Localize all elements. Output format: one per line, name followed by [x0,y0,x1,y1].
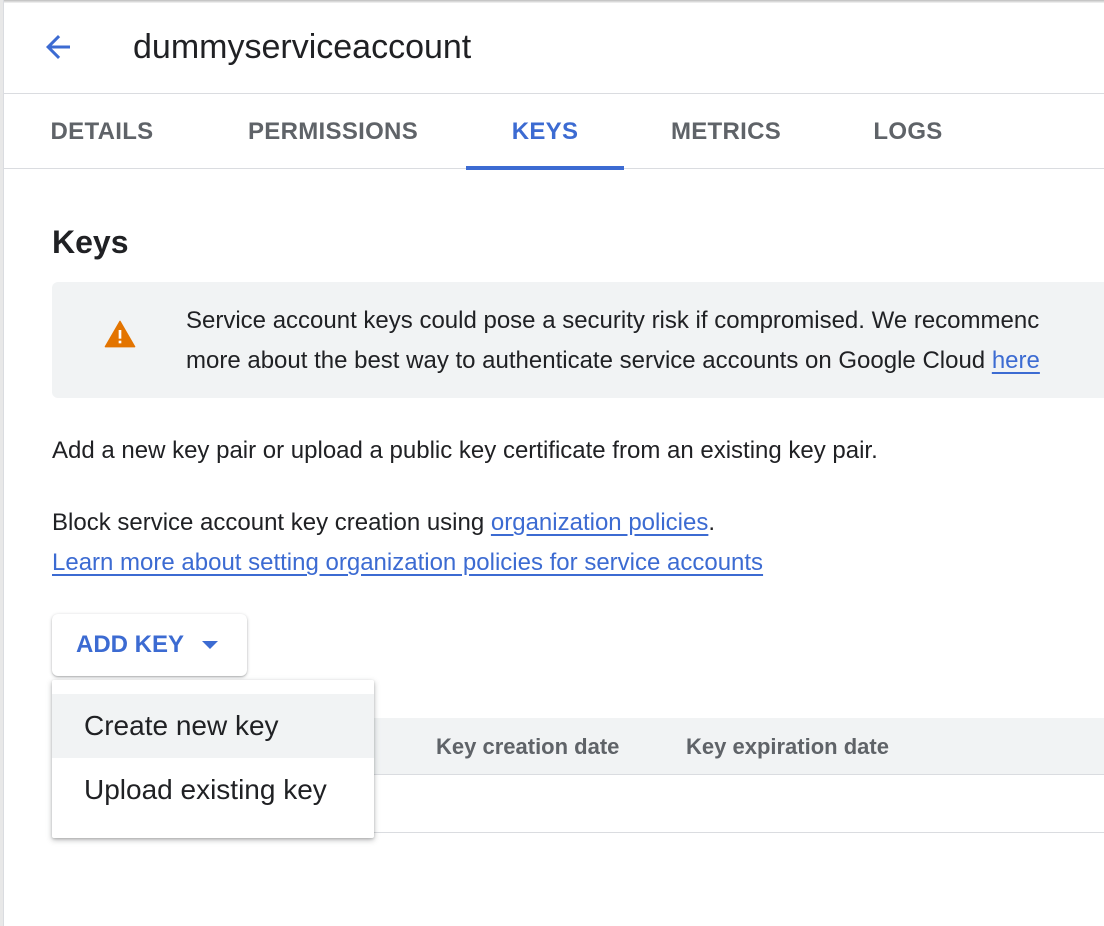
add-key-menu: Create new key Upload existing key [52,680,374,838]
warning-icon [104,320,136,348]
column-key-expiration-date[interactable]: Key expiration date [686,718,889,775]
block-policy-suffix: . [708,509,716,536]
page-header: dummyserviceaccount [4,0,1104,94]
tab-details[interactable]: DETAILS [34,95,170,169]
warning-banner: Service account keys could pose a securi… [52,282,1104,398]
page-title: dummyserviceaccount [133,28,472,66]
keys-description: Add a new key pair or upload a public ke… [52,437,878,464]
add-key-button[interactable]: ADD KEY [52,614,247,676]
tab-keys[interactable]: KEYS [466,95,624,170]
organization-policies-link[interactable]: organization policies [491,509,708,536]
tab-logs[interactable]: LOGS [860,95,956,169]
tab-bar: DETAILS PERMISSIONS KEYS METRICS LOGS [4,95,1104,170]
add-key-label: ADD KEY [76,631,185,658]
tab-permissions[interactable]: PERMISSIONS [230,95,436,169]
arrow-left-icon [46,35,70,59]
column-key-creation-date[interactable]: Key creation date [436,718,619,775]
block-policy-text: Block service account key creation using… [52,503,763,583]
warning-text: Service account keys could pose a securi… [186,301,1104,381]
back-button[interactable] [34,24,82,70]
keys-heading: Keys [52,224,129,260]
warning-line-2-text: more about the best way to authenticate … [186,347,992,374]
caret-down-icon [202,641,219,649]
warning-line-2: more about the best way to authenticate … [186,341,1104,381]
warning-here-link[interactable]: here [992,347,1040,374]
learn-more-link[interactable]: Learn more about setting organization po… [52,549,763,576]
tab-metrics[interactable]: METRICS [654,95,798,169]
block-policy-prefix: Block service account key creation using [52,509,491,536]
warning-line-1: Service account keys could pose a securi… [186,307,1040,334]
menu-item-upload-existing-key[interactable]: Upload existing key [52,758,374,822]
menu-item-create-new-key[interactable]: Create new key [52,694,374,758]
